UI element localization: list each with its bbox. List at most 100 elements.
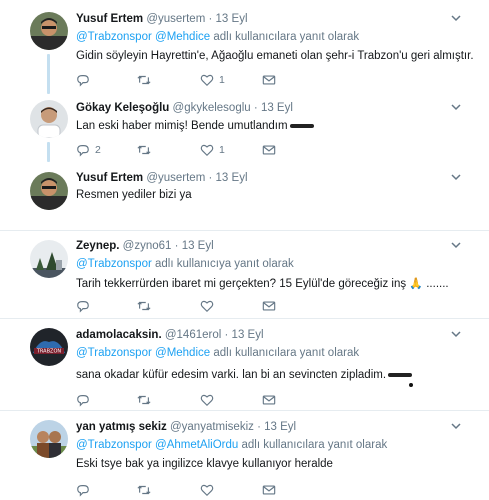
author-handle[interactable]: @1461erol — [165, 329, 221, 341]
reply-icon — [77, 75, 89, 87]
reply-button[interactable] — [76, 393, 95, 407]
chevron-down-icon[interactable] — [451, 330, 461, 341]
tweet[interactable]: Gökay Keleşoğlu @gkykelesoglu · 13 Eyl L… — [0, 90, 489, 162]
dm-button[interactable] — [262, 483, 276, 497]
mention-link[interactable]: @Trabzonspor — [76, 258, 152, 270]
author-name[interactable]: adamolacaksin. — [76, 329, 162, 341]
author-name[interactable]: yan yatmış sekiz — [76, 421, 167, 433]
reply-button[interactable]: 2 — [76, 143, 101, 157]
tweet-actions — [76, 299, 296, 313]
timestamp[interactable]: 13 Eyl — [216, 13, 248, 25]
redacted-mark — [289, 123, 314, 128]
chevron-down-icon[interactable] — [451, 241, 461, 252]
reply-button[interactable] — [76, 73, 95, 87]
avatar[interactable] — [30, 172, 68, 210]
dm-button[interactable] — [262, 143, 276, 157]
mention-link[interactable]: @Trabzonspor — [76, 347, 152, 359]
author-handle[interactable]: @yanyatmisekiz — [170, 421, 254, 433]
like-button[interactable] — [200, 299, 219, 313]
avatar[interactable] — [30, 12, 68, 50]
author-name[interactable]: Yusuf Ertem — [76, 13, 143, 25]
redacted-mark — [388, 372, 413, 377]
mention-link[interactable]: @Trabzonspor — [76, 439, 152, 451]
mention-link[interactable]: @Mehdice — [155, 347, 210, 359]
retweet-button[interactable] — [137, 73, 156, 87]
reply-button[interactable] — [76, 299, 95, 313]
tweet-header: Yusuf Ertem @yusertem · 13 Eyl — [76, 13, 248, 25]
tweet[interactable]: Yusuf Ertem @yusertem · 13 Eyl Resmen ye… — [0, 162, 489, 230]
chevron-down-icon[interactable] — [451, 173, 461, 184]
tweet[interactable]: Yusuf Ertem @yusertem · 13 Eyl @Trabzons… — [0, 0, 489, 94]
tweet[interactable]: TRABZON adamolacaksin. @1461erol · 13 Ey… — [0, 319, 489, 411]
separator-dot: · — [208, 13, 213, 25]
mention-link[interactable]: @AhmetAliOrdu — [155, 439, 238, 451]
avatar[interactable] — [30, 420, 68, 458]
chevron-down-icon[interactable] — [451, 422, 461, 433]
heart-icon — [200, 484, 214, 497]
separator-dot: · — [257, 421, 261, 433]
reply-context: @Trabzonspor adlı kullanıcıya yanıt olar… — [76, 258, 294, 270]
avatar[interactable] — [30, 240, 68, 278]
author-handle[interactable]: @gkykelesoglu — [173, 102, 251, 114]
mention-link[interactable]: @Mehdice — [155, 31, 210, 43]
reply-icon — [77, 301, 89, 313]
dm-button[interactable] — [262, 393, 276, 407]
author-name[interactable]: Zeynep. — [76, 240, 119, 252]
retweet-button[interactable] — [137, 143, 156, 157]
chevron-down-icon[interactable] — [451, 103, 461, 114]
praying-hands-icon: 🙏 — [409, 278, 424, 290]
retweet-button[interactable] — [137, 483, 156, 497]
tweet-actions — [76, 393, 296, 407]
separator-dot: · — [224, 329, 229, 341]
svg-text:TRABZON: TRABZON — [36, 349, 62, 355]
mention-link[interactable]: @Trabzonspor — [76, 31, 152, 43]
timestamp[interactable]: 13 Eyl — [261, 102, 293, 114]
like-button[interactable] — [200, 393, 219, 407]
reply-button[interactable] — [76, 483, 95, 497]
avatar[interactable] — [30, 100, 68, 138]
timestamp[interactable]: 13 Eyl — [232, 329, 264, 341]
tweet-text: Tarih tekkerrürden ibaret mi gerçekten? … — [76, 277, 449, 290]
tweet[interactable]: yan yatmış sekiz @yanyatmisekiz · 13 Eyl… — [0, 411, 489, 500]
reply-context-suffix: adlı kullanıcılara yanıt olarak — [241, 439, 388, 451]
reply-icon — [77, 145, 89, 157]
reply-icon — [77, 485, 89, 497]
author-handle[interactable]: @yusertem — [146, 13, 205, 25]
like-count: 1 — [219, 144, 225, 156]
heart-icon — [200, 74, 214, 87]
author-handle[interactable]: @zyno61 — [123, 240, 172, 252]
retweet-button[interactable] — [137, 393, 156, 407]
like-count: 1 — [219, 74, 225, 86]
avatar[interactable]: TRABZON — [30, 328, 68, 366]
separator-dot: · — [174, 240, 179, 252]
dm-button[interactable] — [262, 73, 276, 87]
heart-icon — [200, 394, 214, 407]
dm-button[interactable] — [262, 299, 276, 313]
like-button[interactable] — [200, 483, 219, 497]
author-name[interactable]: Gökay Keleşoğlu — [76, 102, 169, 114]
retweet-button[interactable] — [137, 299, 156, 313]
reply-icon — [77, 395, 89, 407]
reply-context-suffix: adlı kullanıcıya yanıt olarak — [155, 258, 294, 270]
chevron-down-icon[interactable] — [451, 14, 461, 25]
reply-context-suffix: adlı kullanıcılara yanıt olarak — [213, 347, 360, 359]
timestamp[interactable]: 13 Eyl — [182, 240, 214, 252]
tweet-header: Yusuf Ertem @yusertem · 13 Eyl — [76, 172, 248, 184]
author-name[interactable]: Yusuf Ertem — [76, 172, 143, 184]
tweet-text-content: Tarih tekkerrürden ibaret mi gerçekten? … — [76, 278, 407, 290]
timestamp[interactable]: 13 Eyl — [216, 172, 248, 184]
envelope-icon — [262, 301, 276, 311]
separator-dot: · — [208, 172, 213, 184]
tweet-header: Gökay Keleşoğlu @gkykelesoglu · 13 Eyl — [76, 102, 293, 114]
tweet-header: adamolacaksin. @1461erol · 13 Eyl — [76, 329, 264, 341]
tweet[interactable]: Zeynep. @zyno61 · 13 Eyl @Trabzonspor ad… — [0, 231, 489, 319]
retweet-icon — [137, 395, 151, 405]
envelope-icon — [262, 395, 276, 405]
like-button[interactable]: 1 — [200, 73, 225, 87]
author-handle[interactable]: @yusertem — [146, 172, 205, 184]
like-button[interactable]: 1 — [200, 143, 225, 157]
tweet-actions — [76, 483, 296, 497]
retweet-icon — [137, 75, 151, 85]
tweet-text: Resmen yediler bizi ya — [76, 189, 192, 201]
timestamp[interactable]: 13 Eyl — [264, 421, 296, 433]
